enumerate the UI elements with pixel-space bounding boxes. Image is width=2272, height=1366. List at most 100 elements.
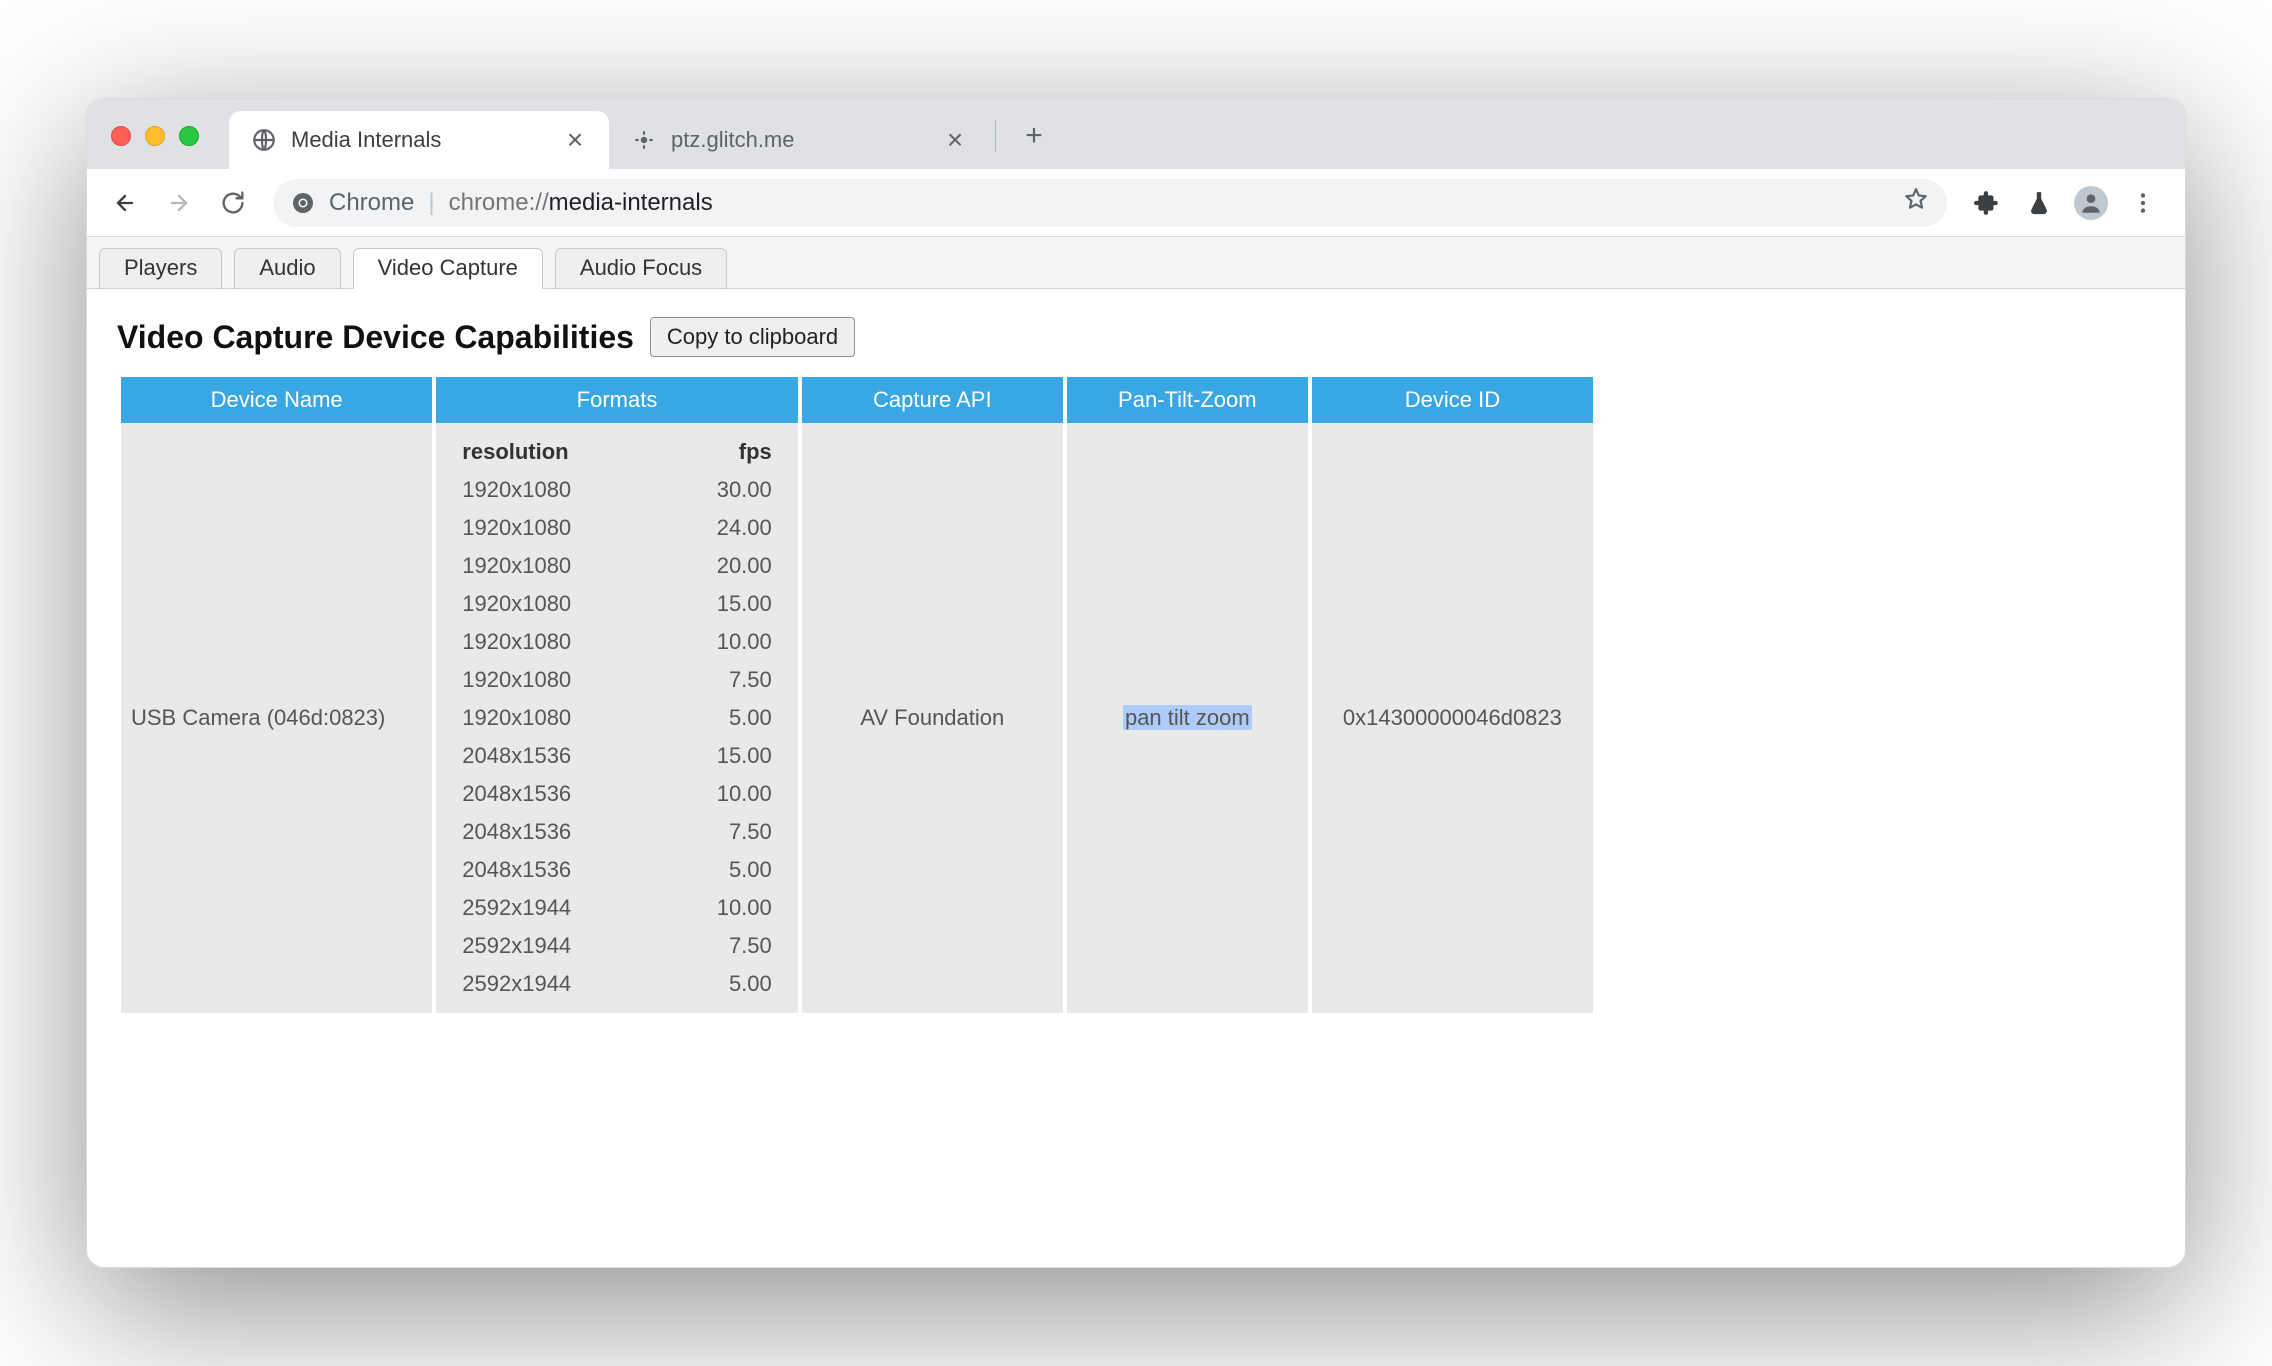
ptz-favicon-icon bbox=[631, 127, 657, 153]
formats-row: 2592x19447.50 bbox=[462, 927, 771, 965]
format-resolution: 1920x1080 bbox=[462, 509, 668, 547]
format-fps: 20.00 bbox=[668, 547, 772, 585]
tab-title: Media Internals bbox=[291, 127, 549, 153]
formats-row: 1920x10805.00 bbox=[462, 699, 771, 737]
new-tab-button[interactable]: + bbox=[1012, 114, 1056, 158]
tab-divider bbox=[995, 120, 996, 152]
tab-close-icon[interactable]: × bbox=[943, 126, 967, 154]
window-controls bbox=[107, 103, 229, 169]
format-resolution: 2048x1536 bbox=[462, 851, 668, 889]
address-bar[interactable]: Chrome | chrome://media-internals bbox=[273, 179, 1947, 227]
url-dim: chrome:// bbox=[449, 189, 549, 216]
cell-formats: resolution fps 1920x108030.001920x108024… bbox=[436, 423, 797, 1013]
globe-icon bbox=[251, 127, 277, 153]
format-fps: 10.00 bbox=[668, 623, 772, 661]
tab-close-icon[interactable]: × bbox=[563, 126, 587, 154]
ptz-value-highlight: pan tilt zoom bbox=[1123, 705, 1252, 730]
formats-row: 1920x108024.00 bbox=[462, 509, 771, 547]
page-heading: Video Capture Device Capabilities bbox=[117, 319, 634, 356]
th-device-id[interactable]: Device ID bbox=[1312, 377, 1593, 423]
url-scheme: Chrome bbox=[329, 189, 414, 217]
format-resolution: 2592x1944 bbox=[462, 965, 668, 1003]
format-resolution: 1920x1080 bbox=[462, 547, 668, 585]
table-row: USB Camera (046d:0823) resolution fps 19… bbox=[121, 423, 1593, 1013]
back-button[interactable] bbox=[101, 179, 149, 227]
format-fps: 15.00 bbox=[668, 585, 772, 623]
url-bold: media-internals bbox=[549, 189, 713, 216]
th-formats[interactable]: Formats bbox=[436, 377, 797, 423]
bookmark-star-icon[interactable] bbox=[1903, 186, 1929, 219]
chrome-icon bbox=[291, 191, 315, 215]
format-fps: 5.00 bbox=[668, 699, 772, 737]
formats-row: 2048x15367.50 bbox=[462, 813, 771, 851]
browser-tab-ptz[interactable]: ptz.glitch.me × bbox=[609, 111, 989, 169]
browser-tab-media-internals[interactable]: Media Internals × bbox=[229, 111, 609, 169]
format-fps: 7.50 bbox=[668, 927, 772, 965]
format-fps: 5.00 bbox=[668, 851, 772, 889]
format-fps: 5.00 bbox=[668, 965, 772, 1003]
formats-row: 2048x153610.00 bbox=[462, 775, 771, 813]
th-ptz[interactable]: Pan-Tilt-Zoom bbox=[1067, 377, 1308, 423]
copy-to-clipboard-button[interactable]: Copy to clipboard bbox=[650, 317, 855, 357]
formats-row: 1920x108015.00 bbox=[462, 585, 771, 623]
reload-button[interactable] bbox=[209, 179, 257, 227]
browser-window: Media Internals × ptz.glitch.me × + C bbox=[86, 98, 2186, 1268]
format-resolution: 2048x1536 bbox=[462, 775, 668, 813]
formats-row: 1920x10807.50 bbox=[462, 661, 771, 699]
format-fps: 10.00 bbox=[668, 889, 772, 927]
browser-toolbar: Chrome | chrome://media-internals bbox=[87, 169, 2185, 237]
window-zoom[interactable] bbox=[179, 126, 199, 146]
subtab-video-capture[interactable]: Video Capture bbox=[353, 248, 543, 289]
format-resolution: 1920x1080 bbox=[462, 699, 668, 737]
format-fps: 15.00 bbox=[668, 737, 772, 775]
formats-row: 2592x194410.00 bbox=[462, 889, 771, 927]
url-divider: | bbox=[428, 189, 434, 217]
formats-th-fps: fps bbox=[668, 433, 772, 471]
format-resolution: 2048x1536 bbox=[462, 813, 668, 851]
window-minimize[interactable] bbox=[145, 126, 165, 146]
cell-capture-api: AV Foundation bbox=[802, 423, 1063, 1013]
avatar-icon bbox=[2074, 186, 2108, 220]
format-resolution: 2592x1944 bbox=[462, 889, 668, 927]
tab-strip: Media Internals × ptz.glitch.me × + bbox=[87, 99, 2185, 169]
extensions-icon[interactable] bbox=[1963, 179, 2011, 227]
formats-row: 1920x108030.00 bbox=[462, 471, 771, 509]
th-device-name[interactable]: Device Name bbox=[121, 377, 432, 423]
formats-row: 1920x108010.00 bbox=[462, 623, 771, 661]
forward-button[interactable] bbox=[155, 179, 203, 227]
cell-device-name: USB Camera (046d:0823) bbox=[121, 423, 432, 1013]
cell-pan-tilt-zoom: pan tilt zoom bbox=[1067, 423, 1308, 1013]
format-fps: 7.50 bbox=[668, 661, 772, 699]
format-resolution: 2048x1536 bbox=[462, 737, 668, 775]
formats-row: 2592x19445.00 bbox=[462, 965, 771, 1003]
cell-device-id: 0x14300000046d0823 bbox=[1312, 423, 1593, 1013]
subtab-audio[interactable]: Audio bbox=[234, 248, 340, 289]
format-resolution: 1920x1080 bbox=[462, 661, 668, 699]
capabilities-table: Device Name Formats Capture API Pan-Tilt… bbox=[117, 377, 1597, 1013]
format-resolution: 2592x1944 bbox=[462, 927, 668, 965]
format-fps: 30.00 bbox=[668, 471, 772, 509]
format-fps: 10.00 bbox=[668, 775, 772, 813]
subtab-audio-focus[interactable]: Audio Focus bbox=[555, 248, 727, 289]
formats-row: 2048x153615.00 bbox=[462, 737, 771, 775]
page-content: Video Capture Device Capabilities Copy t… bbox=[87, 289, 2185, 1267]
page-tabs: Players Audio Video Capture Audio Focus bbox=[87, 237, 2185, 289]
formats-th-resolution: resolution bbox=[462, 433, 668, 471]
window-close[interactable] bbox=[111, 126, 131, 146]
format-resolution: 1920x1080 bbox=[462, 623, 668, 661]
format-resolution: 1920x1080 bbox=[462, 471, 668, 509]
profile-button[interactable] bbox=[2067, 179, 2115, 227]
format-fps: 7.50 bbox=[668, 813, 772, 851]
subtab-players[interactable]: Players bbox=[99, 248, 222, 289]
labs-icon[interactable] bbox=[2015, 179, 2063, 227]
format-resolution: 1920x1080 bbox=[462, 585, 668, 623]
toolbar-right bbox=[1963, 179, 2171, 227]
format-fps: 24.00 bbox=[668, 509, 772, 547]
tab-title: ptz.glitch.me bbox=[671, 127, 929, 153]
table-header-row: Device Name Formats Capture API Pan-Tilt… bbox=[121, 377, 1593, 423]
heading-row: Video Capture Device Capabilities Copy t… bbox=[117, 317, 2155, 357]
formats-table: resolution fps 1920x108030.001920x108024… bbox=[462, 433, 771, 1003]
menu-button[interactable] bbox=[2119, 179, 2167, 227]
formats-row: 2048x15365.00 bbox=[462, 851, 771, 889]
th-capture-api[interactable]: Capture API bbox=[802, 377, 1063, 423]
